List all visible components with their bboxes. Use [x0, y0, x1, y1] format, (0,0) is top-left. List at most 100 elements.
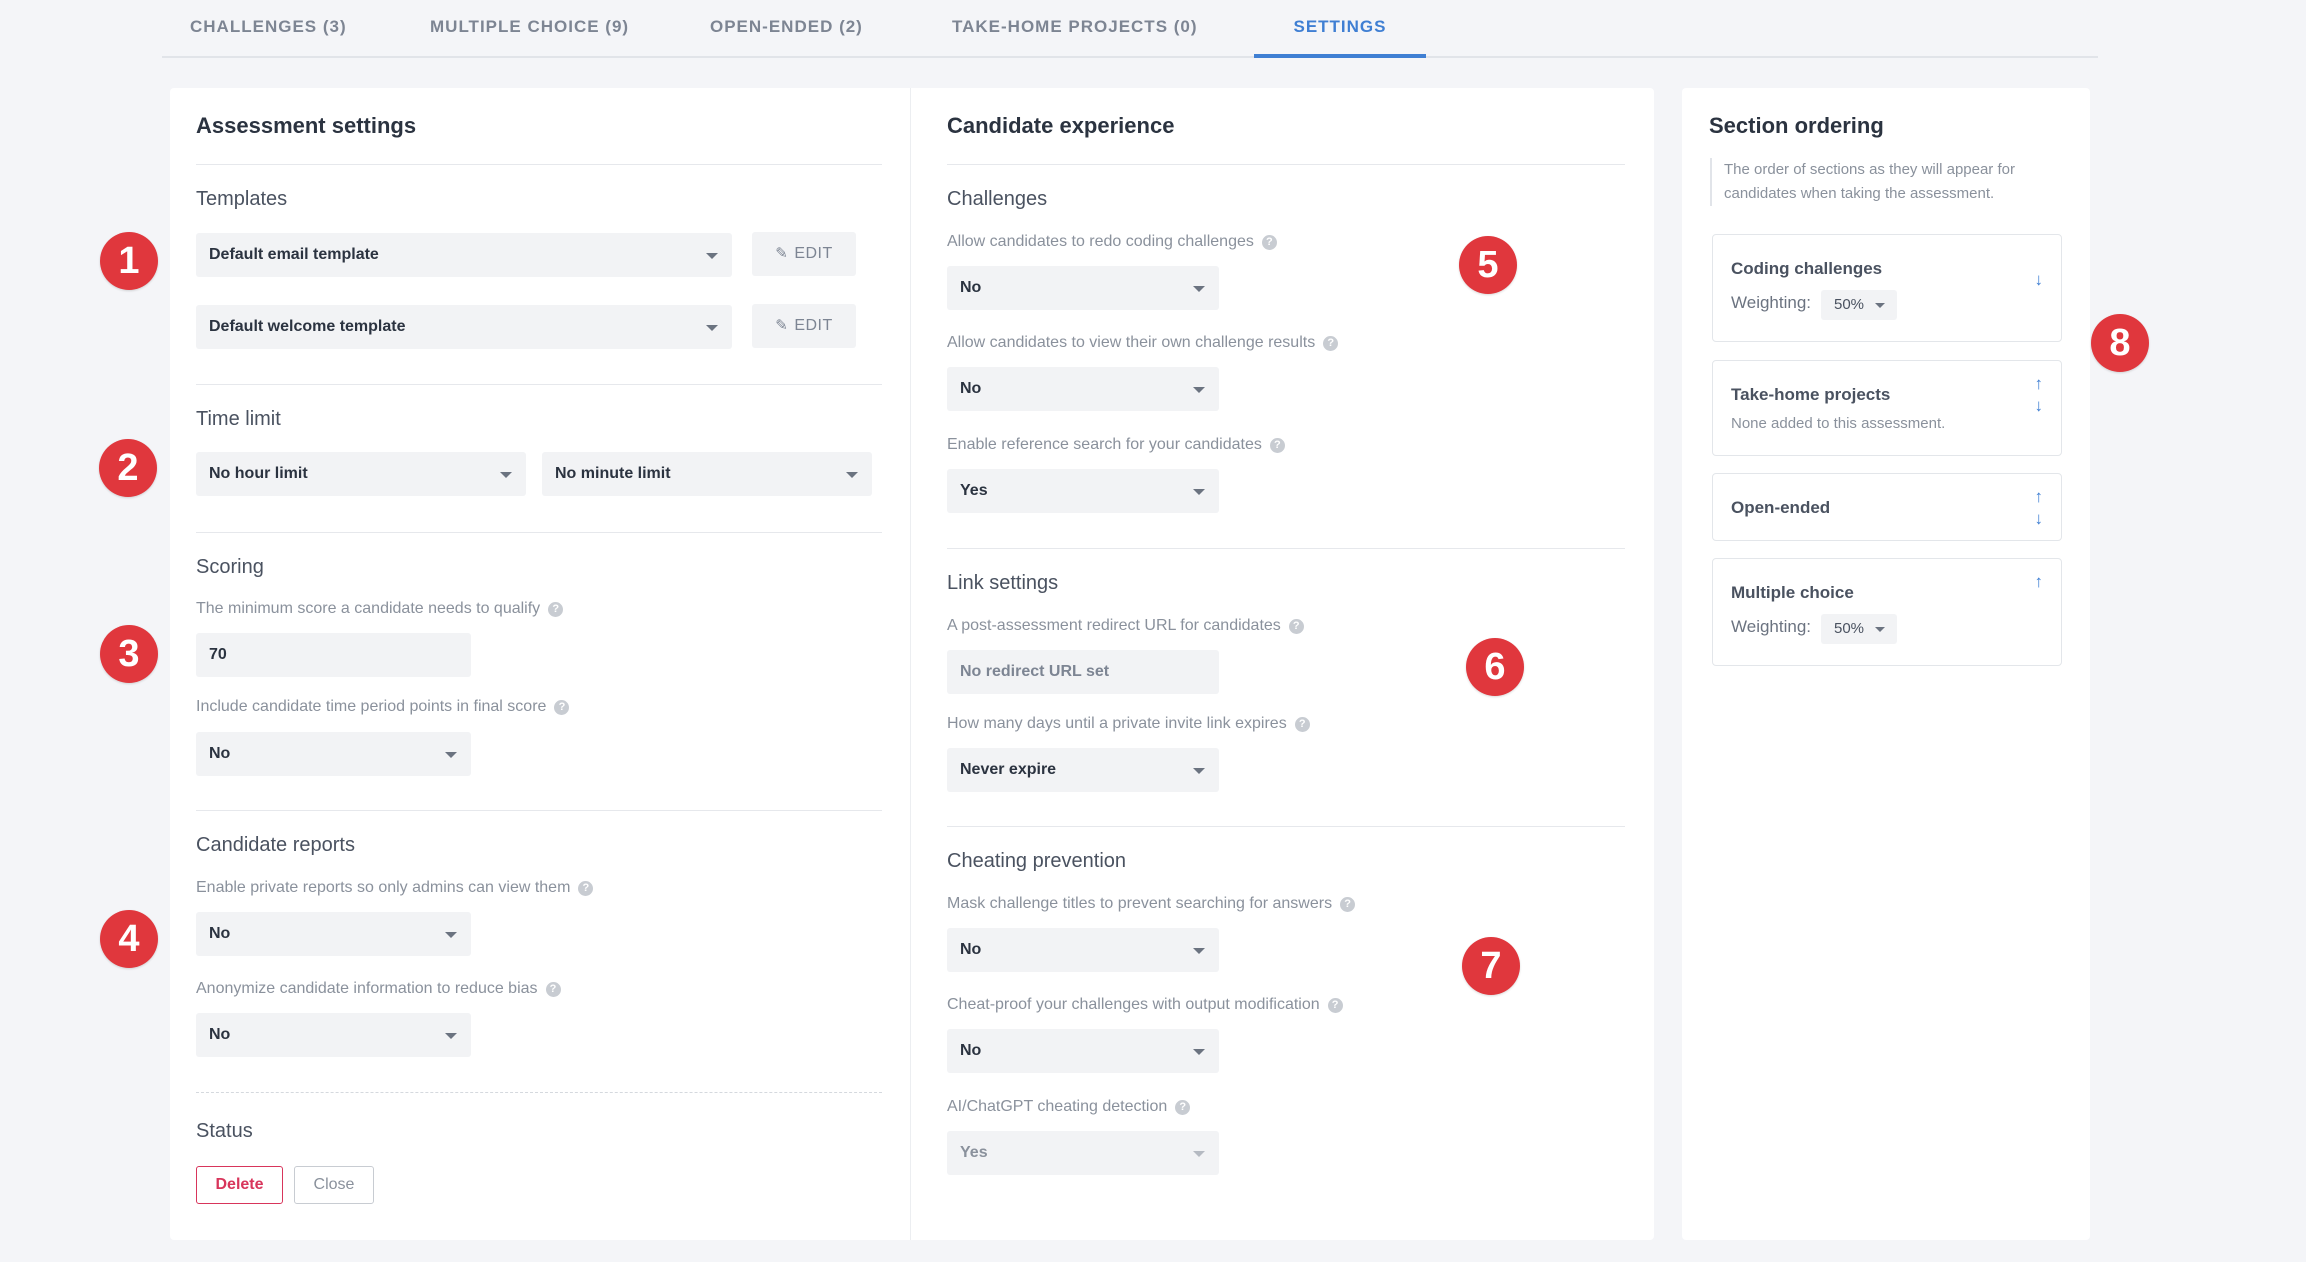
private-reports-select[interactable]: No	[196, 912, 471, 956]
view-results-label-text: Allow candidates to view their own chall…	[947, 334, 1316, 351]
min-score-input[interactable]: 70	[196, 633, 471, 677]
link-settings-heading: Link settings	[947, 572, 1059, 594]
section-ordering-title: Section ordering	[1709, 113, 1884, 138]
view-results-select[interactable]: No	[947, 367, 1219, 411]
mask-titles-label-text: Mask challenge titles to prevent searchi…	[947, 895, 1333, 912]
reference-search-select[interactable]: Yes	[947, 469, 1219, 513]
cheat-proof-select[interactable]: No	[947, 1029, 1219, 1073]
scoring-heading: Scoring	[196, 556, 264, 578]
minute-limit-select[interactable]: No minute limit	[542, 452, 872, 496]
help-icon[interactable]: ?	[1327, 998, 1343, 1013]
help-icon[interactable]: ?	[1294, 717, 1310, 732]
ai-detection-label: AI/ChatGPT cheating detection?	[947, 1098, 1191, 1116]
arrow-up-icon[interactable]: ↑	[2035, 375, 2044, 393]
annotation-badge-3: 3	[100, 625, 158, 683]
status-heading: Status	[196, 1120, 253, 1142]
hour-limit-select[interactable]: No hour limit	[196, 452, 526, 496]
column-divider	[910, 88, 911, 1240]
weighting-value: 50%	[1834, 620, 1865, 637]
redirect-url-label: A post-assessment redirect URL for candi…	[947, 617, 1304, 635]
ai-detection-select[interactable]: Yes	[947, 1131, 1219, 1175]
help-icon[interactable]: ?	[545, 982, 561, 997]
email-template-select[interactable]: Default email template	[196, 233, 732, 277]
help-icon[interactable]: ?	[554, 700, 570, 715]
link-expire-select[interactable]: Never expire	[947, 748, 1219, 792]
chevron-down-icon	[445, 932, 457, 938]
cheat-proof-label: Cheat-proof your challenges with output …	[947, 996, 1343, 1014]
help-icon[interactable]: ?	[1269, 438, 1285, 453]
tab-challenges[interactable]: CHALLENGES (3)	[190, 0, 347, 56]
divider	[196, 164, 882, 165]
mask-titles-select[interactable]: No	[947, 928, 1219, 972]
chevron-down-icon	[706, 325, 718, 331]
tab-open-ended[interactable]: OPEN-ENDED (2)	[710, 0, 863, 56]
min-score-label: The minimum score a candidate needs to q…	[196, 600, 564, 618]
help-icon[interactable]: ?	[1323, 336, 1339, 351]
section-card-take-home-projects[interactable]: Take-home projects None added to this as…	[1712, 360, 2062, 456]
tab-multiple-choice[interactable]: MULTIPLE CHOICE (9)	[430, 0, 629, 56]
help-icon[interactable]: ?	[1340, 897, 1356, 912]
close-button[interactable]: Close	[294, 1166, 374, 1204]
min-score-label-text: The minimum score a candidate needs to q…	[196, 600, 541, 617]
redirect-url-input[interactable]: No redirect URL set	[947, 650, 1219, 694]
edit-label: EDIT	[794, 317, 833, 334]
chevron-down-icon	[1875, 627, 1885, 632]
section-title: Open-ended	[1731, 498, 1831, 517]
section-card-open-ended[interactable]: Open-ended ↑ ↓	[1712, 473, 2062, 541]
view-results-label: Allow candidates to view their own chall…	[947, 334, 1339, 352]
chevron-down-icon	[1193, 286, 1205, 292]
section-card-multiple-choice[interactable]: Multiple choice ↑ Weighting: 50%	[1712, 558, 2062, 666]
arrow-down-icon[interactable]: ↓	[2035, 271, 2044, 289]
templates-heading: Templates	[196, 188, 288, 210]
time-points-label-text: Include candidate time period points in …	[196, 698, 547, 715]
section-title: Multiple choice	[1731, 583, 1854, 602]
arrow-down-icon[interactable]: ↓	[2035, 510, 2044, 528]
anonymize-label-text: Anonymize candidate information to reduc…	[196, 980, 538, 997]
help-icon[interactable]: ?	[1261, 235, 1277, 250]
chevron-down-icon	[846, 472, 858, 478]
edit-welcome-template-button[interactable]: ✎ EDIT	[752, 304, 856, 348]
edit-email-template-button[interactable]: ✎ EDIT	[752, 232, 856, 276]
private-reports-value: No	[209, 925, 231, 942]
tab-settings[interactable]: SETTINGS	[1254, 0, 1426, 58]
private-reports-label: Enable private reports so only admins ca…	[196, 879, 594, 897]
weighting-select[interactable]: 50%	[1821, 290, 1897, 320]
anonymize-label: Anonymize candidate information to reduc…	[196, 980, 561, 998]
divider	[196, 384, 882, 385]
redo-label-text: Allow candidates to redo coding challeng…	[947, 233, 1254, 250]
chevron-down-icon	[706, 253, 718, 259]
arrow-up-icon[interactable]: ↑	[2035, 573, 2044, 591]
assessment-settings-title: Assessment settings	[196, 113, 417, 138]
reference-search-label: Enable reference search for your candida…	[947, 436, 1285, 454]
edit-label: EDIT	[794, 245, 833, 262]
section-card-coding-challenges[interactable]: Coding challenges ↓ Weighting: 50%	[1712, 234, 2062, 342]
help-icon[interactable]: ?	[578, 881, 594, 896]
divider	[947, 548, 1625, 549]
help-icon[interactable]: ?	[548, 602, 564, 617]
help-icon[interactable]: ?	[1175, 1100, 1191, 1115]
arrow-up-icon[interactable]: ↑	[2035, 488, 2044, 506]
welcome-template-value: Default welcome template	[209, 318, 406, 335]
welcome-template-select[interactable]: Default welcome template	[196, 305, 732, 349]
mask-titles-value: No	[960, 941, 982, 958]
challenges-heading: Challenges	[947, 188, 1048, 210]
anonymize-value: No	[209, 1026, 231, 1043]
chevron-down-icon	[1193, 1151, 1205, 1157]
cheat-proof-value: No	[960, 1042, 982, 1059]
weighting-label: Weighting:	[1731, 617, 1812, 636]
ai-detection-label-text: AI/ChatGPT cheating detection	[947, 1098, 1168, 1115]
divider	[196, 810, 882, 811]
time-points-label: Include candidate time period points in …	[196, 698, 570, 716]
anonymize-select[interactable]: No	[196, 1013, 471, 1057]
weighting-select[interactable]: 50%	[1821, 614, 1897, 644]
tab-take-home-projects[interactable]: TAKE-HOME PROJECTS (0)	[952, 0, 1198, 56]
arrow-down-icon[interactable]: ↓	[2035, 397, 2044, 415]
chevron-down-icon	[445, 1033, 457, 1039]
time-points-select[interactable]: No	[196, 732, 471, 776]
redo-select[interactable]: No	[947, 266, 1219, 310]
chevron-down-icon	[1193, 1049, 1205, 1055]
link-expire-value: Never expire	[960, 761, 1057, 778]
delete-button[interactable]: Delete	[196, 1166, 283, 1204]
redirect-url-label-text: A post-assessment redirect URL for candi…	[947, 617, 1281, 634]
help-icon[interactable]: ?	[1288, 619, 1304, 634]
